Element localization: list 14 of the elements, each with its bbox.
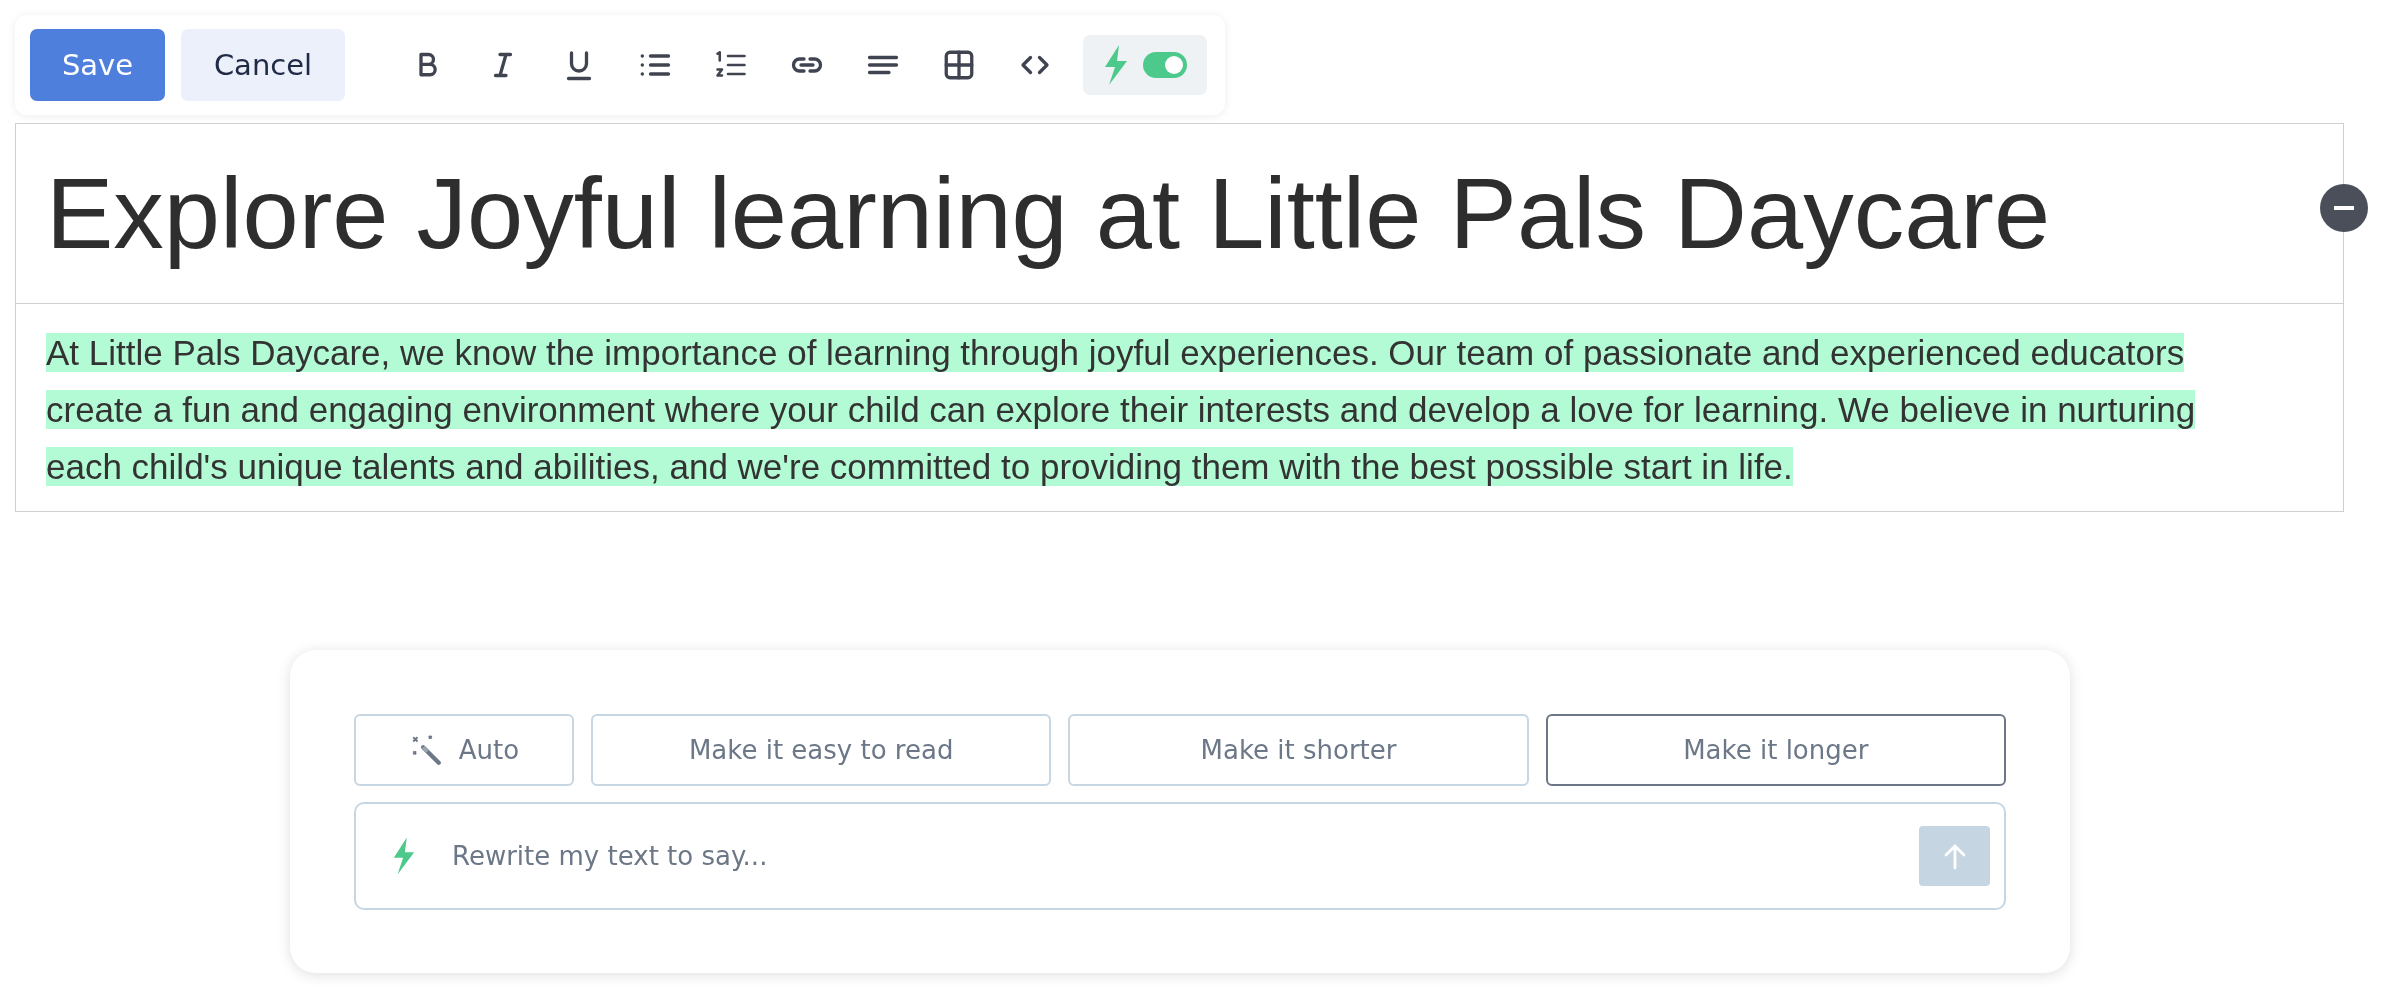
page-title: Explore Joyful learning at Little Pals Daycare	[46, 156, 2051, 271]
lightning-icon	[1103, 45, 1129, 85]
ai-toggle-switch[interactable]	[1143, 52, 1187, 78]
suggestion-chip[interactable]: Make it shorter	[1068, 714, 1529, 786]
suggestion-chip[interactable]: Auto	[354, 714, 574, 786]
remove-block-button[interactable]	[2320, 184, 2368, 232]
arrow-up-icon	[1942, 842, 1967, 870]
cancel-button[interactable]: Cancel	[181, 29, 345, 101]
save-button[interactable]: Save	[30, 29, 165, 101]
suggestion-chip[interactable]: Make it easy to read	[591, 714, 1052, 786]
body-paragraph: At Little Pals Daycare, we know the importance of learning through joyful experiences. Our team of passionate and experienced educators create a fun and engaging environment where your child can explore their interests and develop a love for learning. We believe in nurturing each child's unique talents and abilities, and we're committed to providing them with the best possible start in life.	[46, 332, 2197, 488]
lightning-icon	[392, 836, 416, 876]
suggestion-chip[interactable]: Make it longer	[1545, 714, 2006, 786]
prompt-field[interactable]: Rewrite my text to say...	[354, 802, 2006, 910]
